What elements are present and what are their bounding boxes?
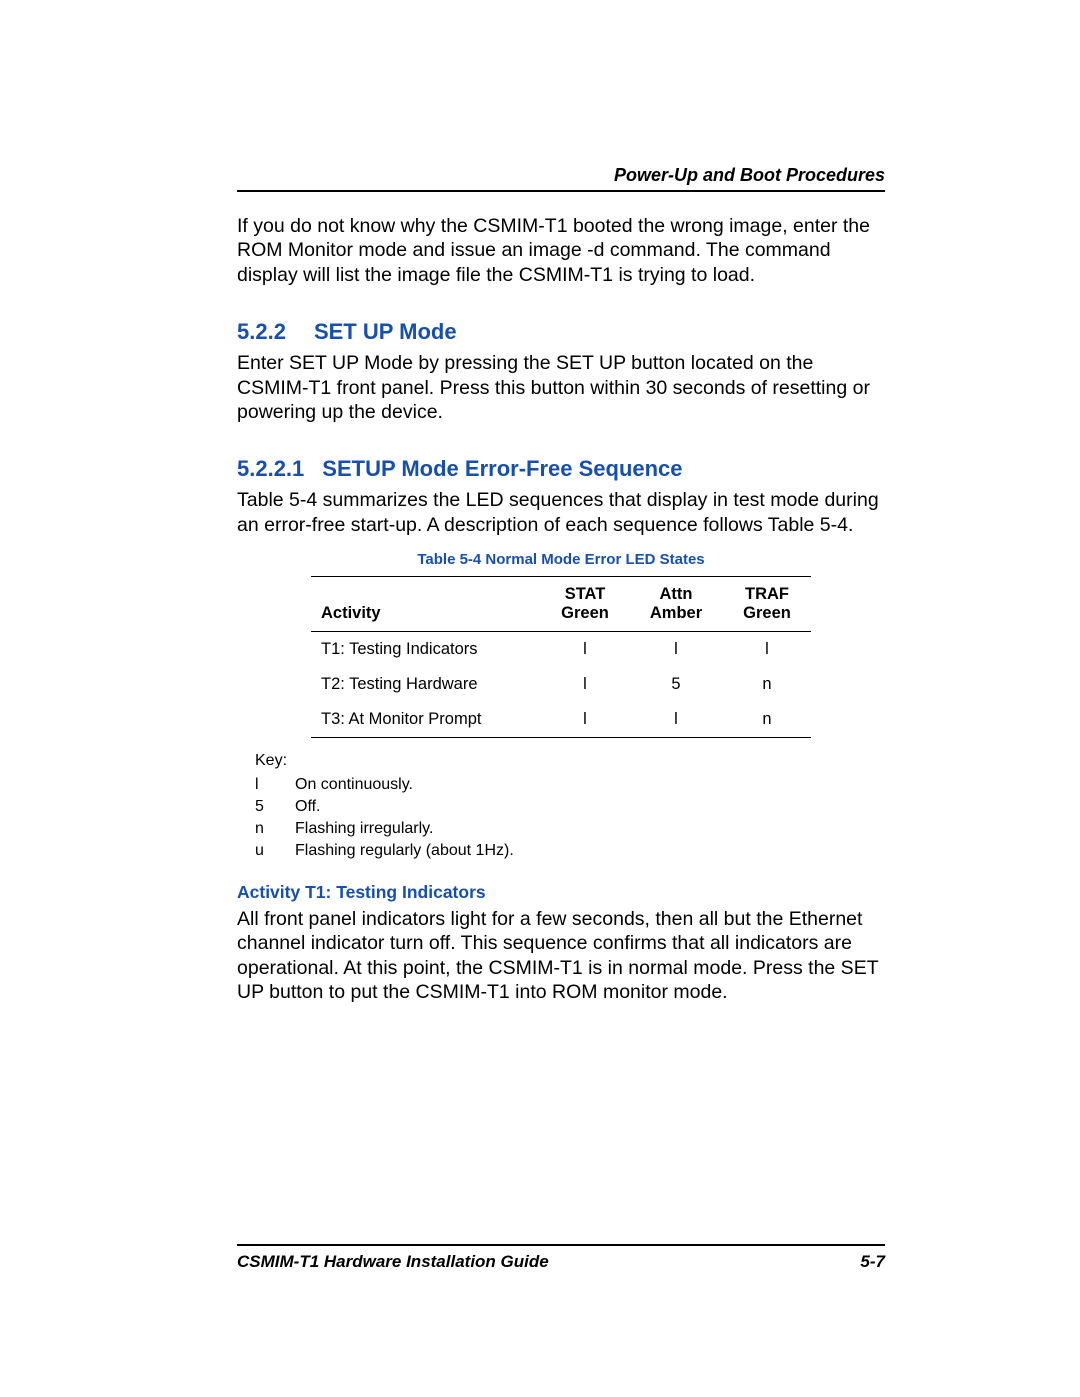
- key-symbol: n: [255, 820, 295, 838]
- page-footer: CSMIM-T1 Hardware Installation Guide 5-7: [237, 1244, 885, 1272]
- key-desc: Flashing regularly (about 1Hz).: [295, 842, 514, 860]
- cell-stat: l: [541, 632, 629, 668]
- cell-attn: 5: [629, 667, 723, 702]
- cell-stat: l: [541, 702, 629, 738]
- key-symbol: 5: [255, 798, 295, 816]
- chapter-title: Power-Up and Boot Procedures: [237, 165, 885, 186]
- section-5221-text: Table 5-4 summarizes the LED sequences t…: [237, 488, 885, 537]
- section-522-text: Enter SET UP Mode by pressing the SET UP…: [237, 351, 885, 424]
- table-row: T1: Testing Indicators l l l: [311, 632, 811, 668]
- th-attn: Attn Amber: [629, 577, 723, 632]
- key-label: Key:: [255, 752, 885, 770]
- activity-t1-text: All front panel indicators light for a f…: [237, 907, 885, 1005]
- cell-stat: l: [541, 667, 629, 702]
- key-item: l On continuously.: [255, 776, 885, 794]
- th-traf-sub: Green: [733, 604, 801, 623]
- key-item: u Flashing regularly (about 1Hz).: [255, 842, 885, 860]
- key-desc: On continuously.: [295, 776, 413, 794]
- th-traf-top: TRAF: [745, 585, 789, 603]
- footer-page-number: 5-7: [860, 1252, 885, 1272]
- th-activity: Activity: [311, 577, 541, 632]
- th-stat: STAT Green: [541, 577, 629, 632]
- table-row: T2: Testing Hardware l 5 n: [311, 667, 811, 702]
- cell-activity: T2: Testing Hardware: [311, 667, 541, 702]
- heading-5221: 5.2.2.1 SETUP Mode Error-Free Sequence: [237, 456, 885, 482]
- th-attn-sub: Amber: [639, 604, 713, 623]
- heading-522: 5.2.2 SET UP Mode: [237, 319, 885, 345]
- table-row: T3: At Monitor Prompt l l n: [311, 702, 811, 738]
- cell-attn: l: [629, 632, 723, 668]
- th-traf: TRAF Green: [723, 577, 811, 632]
- cell-traf: n: [723, 702, 811, 738]
- led-table: Activity STAT Green Attn Amber TRAF Gree…: [311, 576, 811, 738]
- key-desc: Off.: [295, 798, 321, 816]
- heading-522-title: SET UP Mode: [314, 319, 457, 344]
- cell-traf: l: [723, 632, 811, 668]
- key-list: l On continuously. 5 Off. n Flashing irr…: [255, 776, 885, 860]
- header-rule: [237, 190, 885, 192]
- heading-522-number: 5.2.2: [237, 319, 286, 344]
- th-stat-top: STAT: [565, 585, 606, 603]
- key-symbol: u: [255, 842, 295, 860]
- cell-traf: n: [723, 667, 811, 702]
- heading-5221-number: 5.2.2.1: [237, 456, 304, 481]
- heading-5221-title: SETUP Mode Error-Free Sequence: [322, 456, 682, 481]
- footer-guide: CSMIM-T1 Hardware Installation Guide: [237, 1252, 549, 1272]
- key-symbol: l: [255, 776, 295, 794]
- activity-t1-title: Activity T1: Testing Indicators: [237, 882, 885, 903]
- cell-activity: T3: At Monitor Prompt: [311, 702, 541, 738]
- cell-attn: l: [629, 702, 723, 738]
- footer-rule: [237, 1244, 885, 1246]
- key-item: 5 Off.: [255, 798, 885, 816]
- cell-activity: T1: Testing Indicators: [311, 632, 541, 668]
- key-desc: Flashing irregularly.: [295, 820, 433, 838]
- table-caption: Table 5-4 Normal Mode Error LED States: [237, 551, 885, 568]
- th-attn-top: Attn: [660, 585, 693, 603]
- th-stat-sub: Green: [551, 604, 619, 623]
- intro-paragraph: If you do not know why the CSMIM-T1 boot…: [237, 214, 885, 287]
- key-item: n Flashing irregularly.: [255, 820, 885, 838]
